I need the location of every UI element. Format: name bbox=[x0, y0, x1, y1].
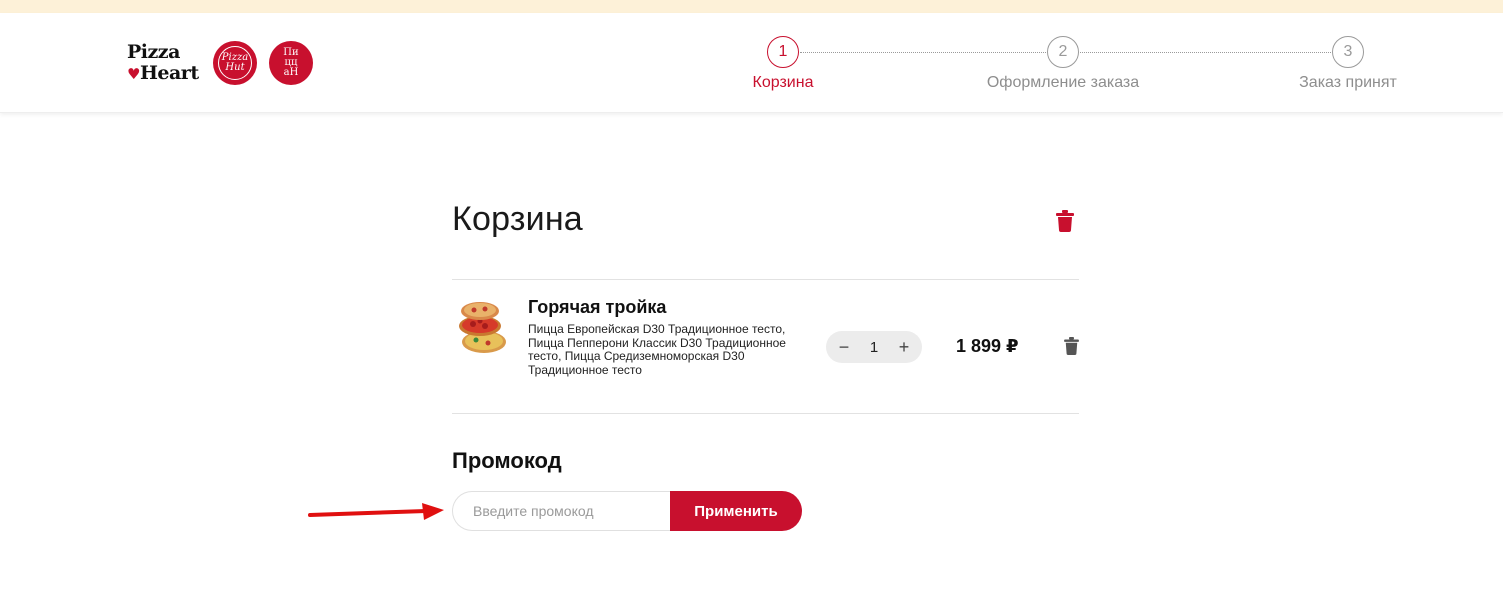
promo-form: Применить bbox=[452, 491, 802, 531]
trash-icon[interactable] bbox=[1056, 210, 1074, 232]
quantity-value: 1 bbox=[869, 338, 879, 356]
decrement-button[interactable]: − bbox=[836, 338, 852, 356]
item-description: Пицца Европейская D30 Традиционное тесто… bbox=[528, 322, 786, 377]
promo-title: Промокод bbox=[452, 448, 562, 473]
trash-icon[interactable] bbox=[1064, 337, 1079, 355]
apply-promo-button[interactable]: Применить bbox=[670, 491, 802, 531]
step-number: 3 bbox=[1332, 36, 1364, 68]
divider bbox=[452, 413, 1079, 414]
step-label: Корзина bbox=[752, 74, 814, 91]
increment-button[interactable]: + bbox=[896, 338, 912, 356]
site-header: Pizza ♥Heart Pizza Hut Пи цц аН 1 Корзин… bbox=[0, 13, 1503, 113]
item-price: 1 899 ₽ bbox=[956, 336, 1019, 356]
step-label: Заказ принят bbox=[1299, 74, 1397, 91]
quantity-stepper: − 1 + bbox=[826, 331, 922, 363]
step-number: 2 bbox=[1047, 36, 1079, 68]
step-order-placed: 3 Заказ принят bbox=[1284, 36, 1412, 92]
step-label: Оформление заказа bbox=[986, 74, 1140, 91]
step-cart[interactable]: 1 Корзина bbox=[738, 36, 828, 92]
item-name[interactable]: Горячая тройка bbox=[528, 297, 666, 318]
page-title: Корзина bbox=[452, 200, 583, 238]
arrow-right-icon bbox=[308, 503, 444, 520]
step-checkout: 2 Оформление заказа bbox=[970, 36, 1156, 92]
promo-code-input[interactable] bbox=[452, 491, 692, 531]
step-number: 1 bbox=[767, 36, 799, 68]
checkout-steps: 1 Корзина 2 Оформление заказа 3 Заказ пр… bbox=[0, 36, 1503, 116]
top-strip bbox=[0, 0, 1503, 13]
pizza-set-image bbox=[459, 302, 506, 353]
divider bbox=[452, 279, 1079, 280]
